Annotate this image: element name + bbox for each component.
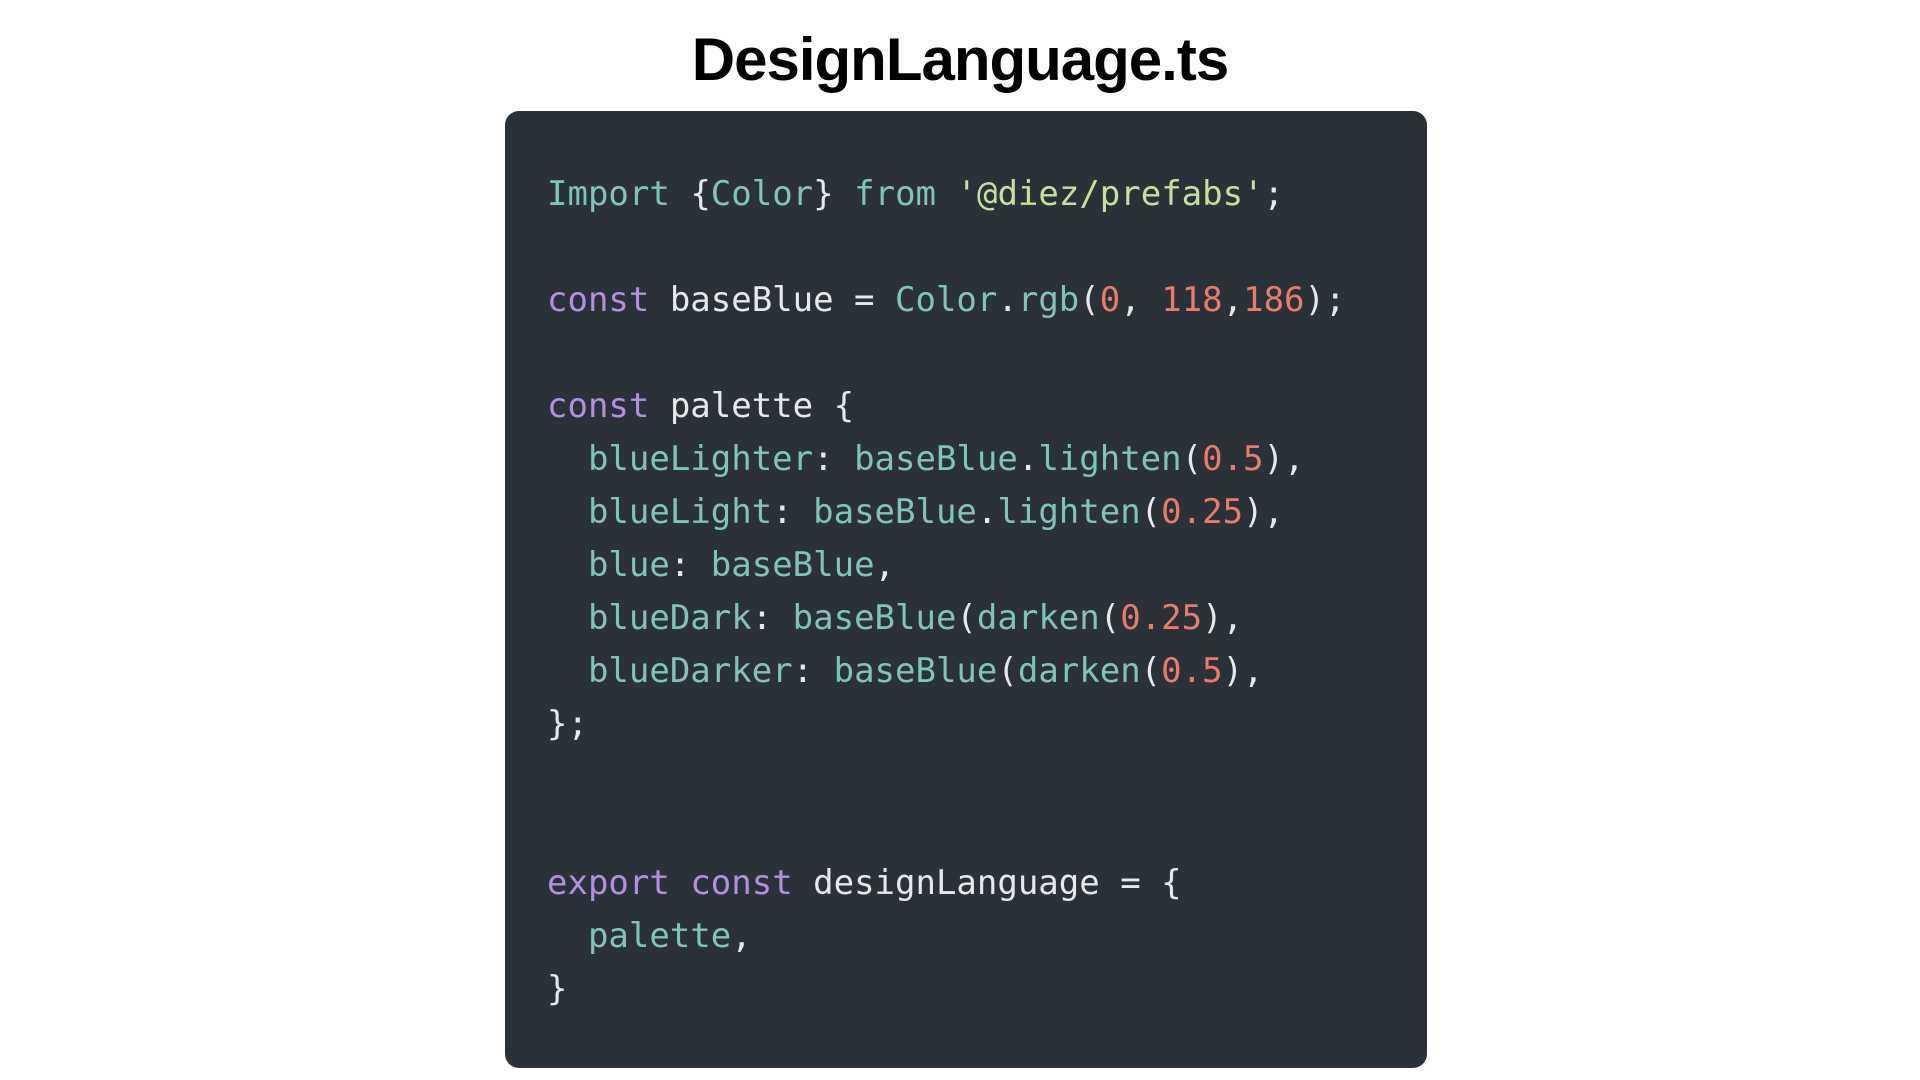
code-token: export	[547, 863, 670, 903]
code-block: Import {Color} from '@diez/prefabs'; cons…	[547, 168, 1345, 1016]
code-token: 118	[1161, 280, 1223, 320]
code-line: blueDark: baseBlue(darken(0.25),	[547, 592, 1345, 645]
code-line: const baseBlue = Color.rgb(0, 118,186);	[547, 274, 1345, 327]
code-token: const	[547, 280, 650, 320]
code-token: :	[669, 545, 711, 585]
code-token: const	[547, 386, 650, 426]
code-token: 0.5	[1161, 651, 1223, 691]
code-token: lighten	[1038, 439, 1182, 479]
code-token: Color	[895, 280, 998, 320]
code-token: :	[772, 492, 814, 532]
code-token: .	[976, 492, 998, 532]
code-token: Color	[710, 174, 814, 214]
code-token: .	[1017, 439, 1039, 479]
code-token: palette	[547, 916, 732, 956]
code-token: from	[854, 174, 937, 214]
code-token: (	[1140, 492, 1162, 532]
code-token: (	[1181, 439, 1203, 479]
code-token: ),	[1202, 598, 1244, 638]
code-token: baseBlue	[813, 492, 977, 532]
code-token: baseBlue	[710, 545, 875, 585]
code-token: :	[751, 598, 793, 638]
code-token: Import	[547, 174, 670, 214]
code-token: (	[956, 598, 977, 638]
code-token: ,	[1222, 280, 1244, 320]
code-token: ,	[1120, 280, 1162, 320]
code-token: }	[813, 174, 834, 214]
code-token: baseBlue	[833, 651, 998, 691]
code-token: darken	[1017, 651, 1141, 691]
code-token: ),	[1222, 651, 1264, 691]
code-line: }	[547, 963, 1345, 1016]
code-line: export const designLanguage = {	[547, 857, 1345, 910]
code-line: const palette {	[547, 380, 1345, 433]
code-token: lighten	[997, 492, 1141, 532]
code-token: blueLighter	[547, 439, 814, 479]
code-line: blue: baseBlue,	[547, 539, 1345, 592]
code-token: ),	[1263, 439, 1305, 479]
code-token: :	[792, 651, 834, 691]
page-title: DesignLanguage.ts	[691, 26, 1229, 93]
code-token: {	[690, 174, 711, 214]
code-line: blueLight: baseBlue.lighten(0.25),	[547, 486, 1345, 539]
code-line: blueLighter: baseBlue.lighten(0.5),	[547, 433, 1345, 486]
code-line: palette,	[547, 910, 1345, 963]
code-line: blueDarker: baseBlue(darken(0.5),	[547, 645, 1345, 698]
code-token: ,	[731, 916, 752, 956]
code-line: };	[547, 698, 1345, 751]
code-token: (	[1079, 280, 1100, 320]
code-token: blueDark	[547, 598, 752, 638]
code-line: Import {Color} from '@diez/prefabs';	[547, 168, 1345, 221]
code-token: 0.25	[1161, 492, 1244, 532]
code-token: rgb	[1017, 280, 1080, 320]
code-token: .	[997, 280, 1018, 320]
code-token: designLanguage = {	[792, 863, 1182, 903]
code-token: palette {	[649, 386, 855, 426]
code-token: };	[547, 704, 588, 744]
code-panel: Import {Color} from '@diez/prefabs'; cons…	[505, 111, 1427, 1068]
code-token: 0.25	[1120, 598, 1203, 638]
code-token: baseBlue	[792, 598, 957, 638]
code-token: '@diez/prefabs'	[956, 174, 1264, 214]
code-token: blueDarker	[547, 651, 793, 691]
code-token: (	[997, 651, 1018, 691]
code-token: }	[547, 969, 568, 1009]
code-token: blueLight	[547, 492, 773, 532]
code-token: 186	[1243, 280, 1305, 320]
code-token: (	[1140, 651, 1162, 691]
code-token: baseBlue	[854, 439, 1018, 479]
code-token: ,	[874, 545, 896, 585]
code-token: ),	[1243, 492, 1284, 532]
code-token: :	[813, 439, 855, 479]
code-token: 0	[1099, 280, 1121, 320]
code-token: darken	[976, 598, 1100, 638]
code-token: (	[1099, 598, 1121, 638]
code-token: 0.5	[1202, 439, 1264, 479]
code-token: const	[690, 863, 793, 903]
code-token: blue	[547, 545, 670, 585]
code-token: );	[1304, 280, 1346, 320]
code-token: baseBlue =	[649, 280, 895, 320]
code-token: ;	[1263, 174, 1285, 214]
